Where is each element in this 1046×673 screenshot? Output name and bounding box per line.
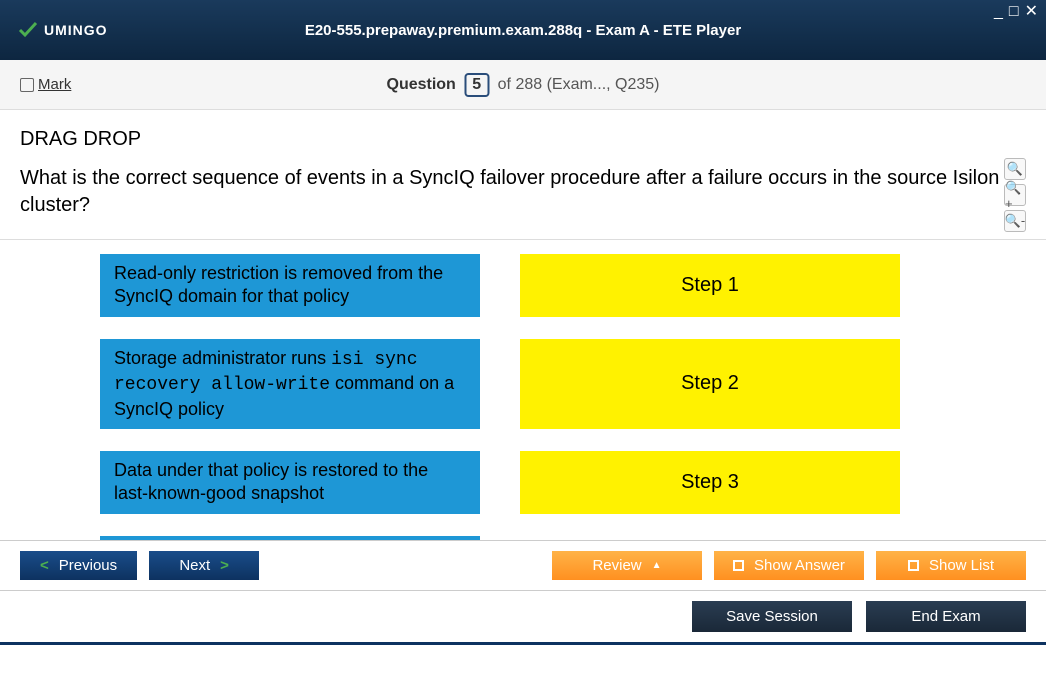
next-label: Next <box>179 557 210 574</box>
show-answer-button[interactable]: Show Answer <box>714 551 864 580</box>
window-title: E20-555.prepaway.premium.exam.288q - Exa… <box>305 22 741 39</box>
question-label: Question <box>386 76 455 93</box>
search-icon[interactable]: 🔍 <box>1004 158 1026 180</box>
show-list-label: Show List <box>929 557 994 574</box>
checkbox-icon[interactable] <box>20 78 34 92</box>
previous-button[interactable]: < Previous <box>20 551 137 580</box>
drop-slot[interactable]: Step 1 <box>520 254 900 317</box>
show-list-button[interactable]: Show List <box>876 551 1026 580</box>
drag-drop-area: Read-only restriction is removed from th… <box>0 240 1046 540</box>
question-info: Question 5 of 288 (Exam..., Q235) <box>386 73 659 97</box>
drag-row: Storage administrator runs isi sync reco… <box>100 339 946 429</box>
check-icon <box>16 18 40 42</box>
triangle-up-icon: ▲ <box>652 560 662 571</box>
question-bar: Mark Question 5 of 288 (Exam..., Q235) <box>0 60 1046 110</box>
review-button[interactable]: Review ▲ <box>552 551 702 580</box>
previous-label: Previous <box>59 557 117 574</box>
chevron-right-icon: > <box>220 557 229 574</box>
square-icon <box>733 560 744 571</box>
zoom-out-icon[interactable]: 🔍- <box>1004 210 1026 232</box>
end-exam-button[interactable]: End Exam <box>866 601 1026 632</box>
app-logo: UMINGO <box>16 18 108 42</box>
drag-item[interactable]: Data under that policy is restored to th… <box>100 451 480 514</box>
drag-row: Read-only restriction is removed from th… <box>100 254 946 317</box>
close-icon[interactable]: ✕ <box>1025 4 1038 20</box>
mark-checkbox[interactable]: Mark <box>20 76 71 93</box>
brand-text: UMINGO <box>44 22 108 38</box>
drop-slot[interactable]: Step 3 <box>520 451 900 514</box>
mark-label: Mark <box>38 76 71 93</box>
zoom-tools: 🔍 🔍+ 🔍- <box>1004 158 1026 232</box>
question-total: of 288 (Exam..., Q235) <box>498 76 660 93</box>
save-session-button[interactable]: Save Session <box>692 601 852 632</box>
nav-bar: < Previous Next > Review ▲ Show Answer Show… <box>0 540 1046 590</box>
question-type: DRAG DROP <box>20 128 1026 151</box>
review-label: Review <box>592 557 641 574</box>
drag-item[interactable]: Read-only restriction is removed from th… <box>100 254 480 317</box>
drag-row: Data under that policy is restored to th… <box>100 451 946 514</box>
show-answer-label: Show Answer <box>754 557 845 574</box>
drag-item[interactable]: Storage administrator runs isi sync reco… <box>100 339 480 429</box>
minimize-icon[interactable]: _ <box>994 4 1003 20</box>
question-area: DRAG DROP What is the correct sequence o… <box>0 110 1046 240</box>
window-controls: _ □ ✕ <box>994 4 1038 20</box>
footer-line <box>0 642 1046 645</box>
chevron-left-icon: < <box>40 557 49 574</box>
drop-slot[interactable]: Step 2 <box>520 339 900 429</box>
question-text: What is the correct sequence of events i… <box>20 165 1026 219</box>
title-bar: UMINGO E20-555.prepaway.premium.exam.288… <box>0 0 1046 60</box>
square-icon <box>908 560 919 571</box>
maximize-icon[interactable]: □ <box>1009 4 1019 20</box>
zoom-in-icon[interactable]: 🔍+ <box>1004 184 1026 206</box>
question-number[interactable]: 5 <box>464 73 489 97</box>
next-button[interactable]: Next > <box>149 551 259 580</box>
drag-item[interactable] <box>100 536 480 540</box>
bottom-bar: Save Session End Exam <box>0 590 1046 642</box>
